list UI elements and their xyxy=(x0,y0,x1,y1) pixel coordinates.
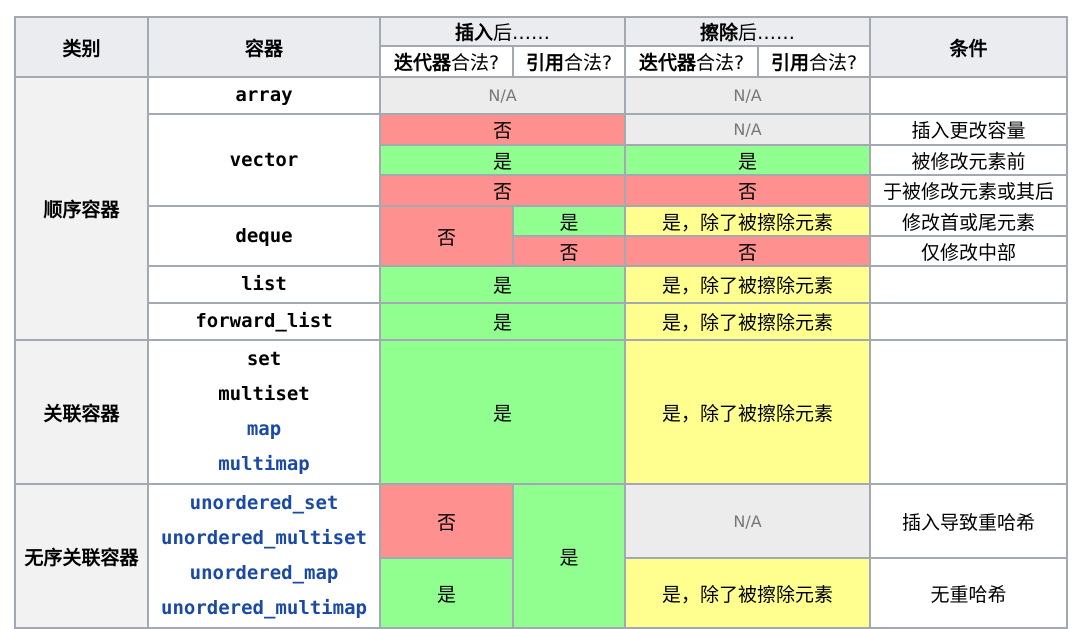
associative-erase-cell: 是，除了被擦除元素 xyxy=(624,339,871,485)
iterator-invalidation-table: 类别 容器 插入后…… 擦除后…… 条件 迭代器合法? 引用合法? 迭代器合法?… xyxy=(14,16,1068,629)
header-after-erase: 擦除后…… xyxy=(624,16,871,47)
deque-erase-cell: 是，除了被擦除元素 xyxy=(624,205,871,237)
vector-insert-cell: 是 xyxy=(379,144,626,176)
deque-insert-ref-cell: 是 xyxy=(512,205,626,237)
header-insert-bold: 插入 xyxy=(454,22,493,44)
category-unordered: 无序关联容器 xyxy=(14,483,149,629)
list-condition xyxy=(869,265,1068,304)
container-name: set xyxy=(246,348,282,370)
unordered-condition: 插入导致重哈希 xyxy=(869,483,1068,559)
container-list: list xyxy=(147,265,381,304)
category-associative: 关联容器 xyxy=(14,339,149,485)
vector-insert-cell: 否 xyxy=(379,113,626,146)
category-sequence: 顺序容器 xyxy=(14,76,149,341)
container-deque: deque xyxy=(147,205,381,267)
array-condition xyxy=(869,76,1068,115)
header-insert-ref-valid: 引用合法? xyxy=(512,45,626,78)
forward-list-condition xyxy=(869,302,1068,341)
unordered-insert-iter-cell: 是 xyxy=(379,557,514,629)
associative-insert-cell: 是 xyxy=(379,339,626,485)
header-erase-rest: 后…… xyxy=(738,22,796,44)
deque-insert-iter-cell: 否 xyxy=(379,205,514,267)
container-name: unordered_map xyxy=(189,562,339,584)
container-associative-list: set multiset map multimap xyxy=(147,339,381,485)
list-erase-cell: 是，除了被擦除元素 xyxy=(624,265,871,304)
container-name: unordered_multiset xyxy=(161,527,367,549)
vector-erase-cell: N/A xyxy=(624,113,871,146)
header-condition: 条件 xyxy=(869,16,1068,78)
header-category: 类别 xyxy=(14,16,149,78)
forward-list-insert-cell: 是 xyxy=(379,302,626,341)
header-container: 容器 xyxy=(147,16,381,78)
vector-condition: 被修改元素前 xyxy=(869,144,1068,176)
deque-condition: 修改首或尾元素 xyxy=(869,205,1068,237)
vector-erase-cell: 否 xyxy=(624,174,871,207)
container-name: deque xyxy=(235,224,293,247)
ref-bold: 引用 xyxy=(770,52,809,74)
container-vector: vector xyxy=(147,113,381,207)
header-insert-iter-valid: 迭代器合法? xyxy=(379,45,514,78)
unordered-condition: 无重哈希 xyxy=(869,557,1068,629)
container-name: unordered_set xyxy=(189,492,339,514)
forward-list-erase-cell: 是，除了被擦除元素 xyxy=(624,302,871,341)
container-name: multiset xyxy=(218,383,310,405)
array-erase-cell: N/A xyxy=(624,76,871,115)
ref-rest: 合法? xyxy=(563,52,613,74)
list-insert-cell: 是 xyxy=(379,265,626,304)
iter-rest: 合法? xyxy=(695,52,745,74)
container-unordered-list: unordered_set unordered_multiset unorder… xyxy=(147,483,381,629)
unordered-erase-cell: N/A xyxy=(624,483,871,559)
array-insert-cell: N/A xyxy=(379,76,626,115)
deque-insert-ref-cell: 否 xyxy=(512,235,626,267)
iter-bold: 迭代器 xyxy=(638,52,696,74)
container-name: forward_list xyxy=(195,310,333,332)
container-name: multimap xyxy=(218,453,310,475)
unordered-insert-iter-cell: 否 xyxy=(379,483,514,559)
container-name: unordered_multimap xyxy=(161,597,367,619)
header-after-insert: 插入后…… xyxy=(379,16,626,47)
container-array: array xyxy=(147,76,381,115)
associative-condition xyxy=(869,339,1068,485)
container-name: map xyxy=(246,418,282,440)
container-forward-list: forward_list xyxy=(147,302,381,341)
ref-rest: 合法? xyxy=(808,52,858,74)
ref-bold: 引用 xyxy=(525,52,564,74)
iter-bold: 迭代器 xyxy=(393,52,451,74)
vector-condition: 于被修改元素或其后 xyxy=(869,174,1068,207)
container-name: vector xyxy=(229,148,299,171)
header-erase-bold: 擦除 xyxy=(699,22,738,44)
header-erase-ref-valid: 引用合法? xyxy=(757,45,871,78)
unordered-erase-cell: 是，除了被擦除元素 xyxy=(624,557,871,629)
vector-condition: 插入更改容量 xyxy=(869,113,1068,146)
deque-erase-cell: 否 xyxy=(624,235,871,267)
container-name: array xyxy=(235,84,293,106)
iter-rest: 合法? xyxy=(450,52,500,74)
header-erase-iter-valid: 迭代器合法? xyxy=(624,45,759,78)
vector-erase-cell: 是 xyxy=(624,144,871,176)
deque-condition: 仅修改中部 xyxy=(869,235,1068,267)
unordered-insert-ref-cell: 是 xyxy=(512,483,626,629)
header-insert-rest: 后…… xyxy=(493,22,551,44)
vector-insert-cell: 否 xyxy=(379,174,626,207)
container-name: list xyxy=(241,273,287,295)
